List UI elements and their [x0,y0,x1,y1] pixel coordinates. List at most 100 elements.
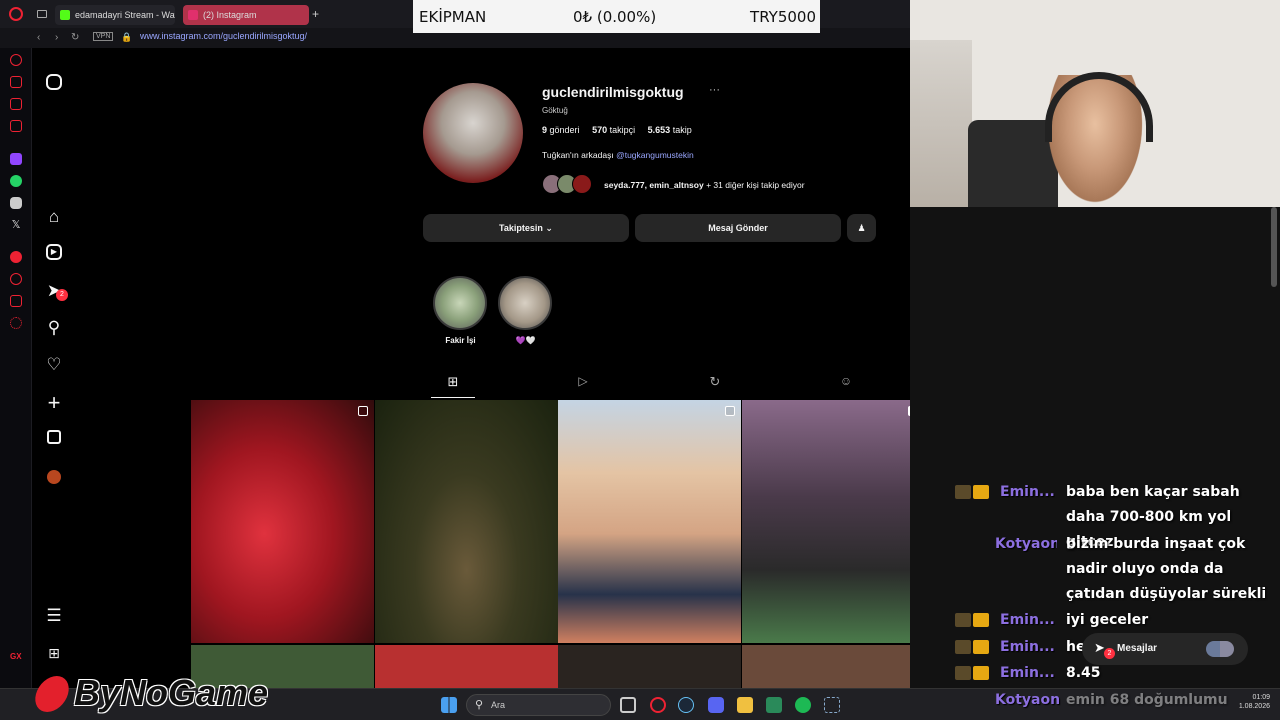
followers-stat[interactable]: 570 takipçi [592,125,635,135]
app-icon[interactable] [824,697,840,713]
crown-icon [973,666,989,680]
messages-count-badge: 2 [1104,648,1115,659]
search-icon[interactable]: ⚲ [44,318,64,338]
x-icon[interactable]: 𝕏 [10,219,22,231]
following-button[interactable]: Takiptesin ⌄ [423,214,629,242]
instagram-logo-icon[interactable] [46,74,62,90]
heart-icon[interactable]: ♡ [44,355,64,375]
tab-stream[interactable]: edamadayri Stream - Watc [55,5,175,25]
highlight-2[interactable]: 💜🤍 [498,276,553,345]
message-button[interactable]: Mesaj Gönder [635,214,841,242]
tab-manager-icon[interactable] [37,10,47,18]
chat-message: Emin... baba ben kaçar sabah daha 700-80… [955,480,1275,550]
url-text[interactable]: www.instagram.com/guclendirilmisgoktug/ [140,31,307,41]
reels-icon[interactable]: ▶ [46,244,62,260]
tab-reposts[interactable]: ↻ [693,374,737,398]
chat-username: Kotyaon [995,692,1061,708]
followed-by-text[interactable]: seyda.777, emin_altnsoy + 31 diğer kişi … [604,180,805,190]
tab-tagged[interactable]: ☺ [824,374,868,398]
messages-avatars [1206,641,1234,657]
sub-badge-icon [955,613,971,627]
following-stat[interactable]: 5.653 takip [648,125,692,135]
tab-instagram[interactable]: (2) Instagram [183,5,309,25]
chat-username: Emin... [1000,484,1055,500]
tab-posts[interactable]: ⊞ [431,374,475,398]
chevron-down-icon: ⌄ [545,223,553,233]
windows-start-icon[interactable] [441,697,457,713]
gx-control-icon[interactable] [10,54,22,66]
create-icon[interactable]: + [44,392,64,414]
chat-username: Emin... [1000,665,1055,681]
discord-icon[interactable] [10,197,22,209]
chat-text: iyi geceler [1066,612,1149,628]
post-4[interactable] [742,400,925,643]
crown-icon [973,613,989,627]
profile-username: guclendirilmisgoktug [542,84,684,100]
home-icon[interactable]: ⌂ [44,207,64,227]
vpn-badge[interactable]: VPN [93,32,114,41]
post-2[interactable] [375,400,558,643]
kick-icon [60,10,70,20]
more-apps-icon[interactable]: ⊞ [44,643,64,663]
messages-icon[interactable]: ➤ 2 [44,281,68,301]
menu-icon[interactable]: ☰ [44,606,64,626]
post-3[interactable] [558,400,741,643]
profile-stats: 9 gönderi 570 takipçi 5.653 takip [542,125,692,135]
highlight-1-cover [433,276,487,330]
profile-avatar-icon[interactable] [47,470,61,484]
spotify-icon[interactable] [10,251,22,263]
lock-icon: 🔒 [121,32,133,42]
post-1[interactable] [191,400,374,643]
chat-username: Kotyaon [995,536,1057,552]
suggest-button[interactable]: ♟ [847,214,876,242]
back-icon[interactable]: ‹ [37,32,40,43]
profile-avatar[interactable] [423,83,523,183]
post-8[interactable] [558,645,741,688]
history-icon[interactable] [10,273,22,285]
followed-by-avatars[interactable] [542,174,602,194]
search-icon: ⚲ [475,699,484,711]
gx-messenger-icon[interactable] [10,120,22,132]
chat-username: Emin... [1000,612,1055,628]
messages-pill[interactable]: ➤ 2 Mesajlar [1082,633,1248,665]
opera-logo-icon[interactable] [9,7,23,21]
post-9[interactable] [742,645,925,688]
steam-icon[interactable] [678,697,694,713]
dashboard-icon[interactable] [47,430,61,444]
sub-badge-icon [955,485,971,499]
chat-message: Kotyaon bizim burda inşaat çok nadir olu… [955,532,1275,607]
posts-stat[interactable]: 9 gönderi [542,125,580,135]
highlight-2-label: 💜🤍 [515,336,536,345]
extensions-icon[interactable] [10,295,22,307]
taskbar-search[interactable]: ⚲ Ara [466,694,611,716]
app-icon[interactable] [766,697,782,713]
opera-sidebar: 𝕏 GX [0,48,32,688]
crown-icon [973,485,989,499]
post-7[interactable] [375,645,558,688]
sub-badge-icon [955,640,971,654]
whatsapp-icon[interactable] [10,175,22,187]
forward-icon[interactable]: › [55,32,58,43]
gx-corner-icon[interactable] [10,76,22,88]
opera-gx-icon[interactable] [650,697,666,713]
tab-stream-label: edamadayri Stream - Watc [75,10,175,20]
new-tab-button[interactable]: + [312,7,319,21]
task-view-icon[interactable] [620,697,636,713]
donation-goal-overlay: EKİPMAN 0₺ (0.00%) TRY5000 [413,0,820,33]
spotify-taskbar-icon[interactable] [795,697,811,713]
crown-icon [973,640,989,654]
more-options-icon[interactable]: ··· [709,84,720,96]
settings-icon[interactable] [10,317,22,329]
bio-mention-link[interactable]: @tugkangumustekin [616,150,694,160]
twitch-icon[interactable] [10,153,22,165]
tab-reels[interactable]: ▷ [561,374,605,398]
highlight-1[interactable]: Fakir İşi [433,276,488,345]
shelf [910,40,972,207]
file-explorer-icon[interactable] [737,697,753,713]
scrollbar[interactable] [1271,207,1277,287]
reload-icon[interactable]: ↻ [71,32,79,43]
goal-amount: 0₺ (0.00%) [573,8,657,26]
highlight-1-label: Fakir İşi [445,336,476,345]
gx-cleaner-icon[interactable] [10,98,22,110]
discord-taskbar-icon[interactable] [708,697,724,713]
